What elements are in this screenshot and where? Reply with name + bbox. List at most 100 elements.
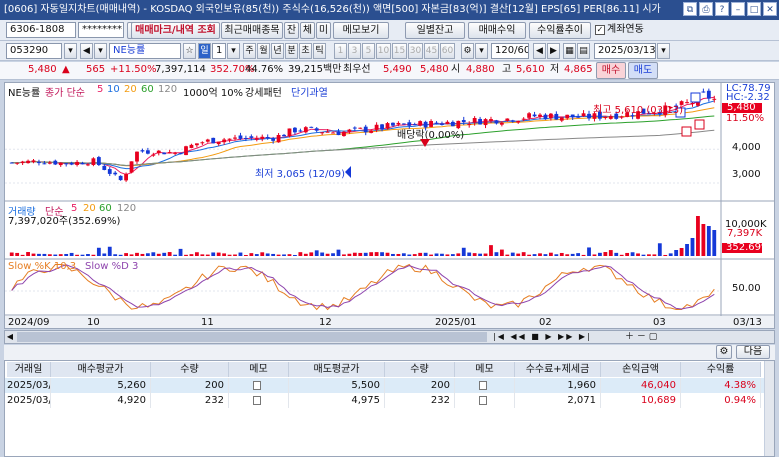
candle-body [298, 130, 303, 132]
zoom-controls-icon[interactable]: ＋ － ▢ [625, 331, 657, 343]
table-row[interactable]: 2025/03/114,9202324,9752322,07110,6890.9… [5, 393, 765, 408]
trade-profit-button[interactable]: 매매수익 [468, 22, 526, 39]
period-tick-button[interactable]: 틱 [313, 43, 326, 59]
volume-bar [118, 254, 123, 256]
volume-bar [102, 253, 107, 256]
unexecuted-button[interactable]: 미 [316, 22, 331, 39]
minimize-icon[interactable]: – [731, 2, 745, 16]
calendar-icon[interactable]: ▤ [577, 43, 590, 59]
scroll-thumb[interactable] [17, 332, 487, 342]
minute-30-button[interactable]: 30 [408, 43, 423, 59]
candle-body [31, 160, 36, 163]
x-label-mar: 03 [653, 317, 666, 328]
candle-body [244, 137, 248, 139]
chevron-down-icon[interactable]: ▾ [475, 43, 488, 59]
tool-icon[interactable]: ⚙ [461, 43, 474, 59]
candle-body [363, 126, 368, 133]
playback-controls-icon[interactable]: |◀ ◀◀ ■ ▶ ▶▶ ▶| [493, 331, 592, 343]
minute-45-button[interactable]: 45 [424, 43, 439, 59]
up-arrow-icon: ▲ [62, 64, 70, 75]
legend-pattern: 강세패턴 [245, 88, 282, 99]
minute-1-button[interactable]: 1 [334, 43, 347, 59]
chevron-down-icon[interactable]: ▾ [227, 43, 240, 59]
balance-button[interactable]: 잔 [284, 22, 299, 39]
print-icon[interactable]: ⎙ [699, 2, 713, 16]
sell-button[interactable]: 매도 [628, 62, 658, 79]
profit-trend-button[interactable]: 수익률추이 [529, 22, 591, 39]
table-scrollbar[interactable] [764, 361, 774, 456]
minute-10-button[interactable]: 10 [376, 43, 391, 59]
volume-bar [47, 254, 52, 256]
search-icon[interactable]: ▾ [64, 43, 77, 59]
speaker-icon[interactable]: ◀ [80, 43, 93, 59]
period-monthly-button[interactable]: 월 [257, 43, 270, 59]
star-icon[interactable]: ☆ [183, 43, 196, 59]
x-label-feb: 02 [539, 317, 552, 328]
link-icon[interactable]: ⧉ [683, 2, 697, 16]
candle-body [608, 116, 613, 119]
volume-bar [124, 253, 128, 256]
volume-bar [342, 254, 346, 256]
chevron-down-icon[interactable]: ▾ [657, 43, 670, 59]
period-daily-button[interactable]: 일 [198, 43, 211, 59]
account-select[interactable]: 6306-1808 [6, 22, 76, 38]
minute-5-button[interactable]: 5 [362, 43, 375, 59]
account-link-checkbox[interactable]: ✓ [595, 25, 605, 35]
help-icon[interactable]: ? [715, 2, 729, 16]
save-icon[interactable]: ▦ [563, 43, 576, 59]
column-header[interactable]: 손익금액 [601, 362, 681, 377]
executed-button[interactable]: 체 [300, 22, 315, 39]
volume-bar [548, 252, 553, 256]
daily-balance-button[interactable]: 일별잔고 [405, 22, 465, 39]
volume-bar [489, 245, 493, 256]
minute-3-button[interactable]: 3 [348, 43, 361, 59]
candle-body [216, 141, 221, 145]
date-field[interactable]: 2025/03/13 [594, 43, 656, 59]
scroll-left-icon[interactable]: ◀ [533, 43, 546, 59]
column-header[interactable]: 메모 [455, 362, 515, 377]
column-header[interactable]: 메모 [229, 362, 289, 377]
column-header[interactable]: 수수료+제세금 [515, 362, 601, 377]
close-icon[interactable]: ✕ [763, 2, 777, 16]
column-header[interactable]: 매도평균가 [289, 362, 385, 377]
table-cell: 5,260 [51, 378, 151, 393]
gear-icon[interactable]: ⚙ [716, 345, 732, 359]
candle-body [80, 162, 85, 165]
stock-name-field[interactable]: NE능률 [109, 43, 181, 59]
trade-mark-button[interactable]: 매매마크/내역 조회 [131, 22, 220, 39]
period-weekly-button[interactable]: 주 [243, 43, 256, 59]
column-header[interactable]: 수익률 [681, 362, 761, 377]
scroll-right-icon[interactable]: ▶ [547, 43, 560, 59]
column-header[interactable]: 매수평균가 [51, 362, 151, 377]
volume-bar [303, 253, 308, 256]
price-change: 565 [86, 64, 106, 75]
column-header[interactable]: 거래일 [7, 362, 51, 377]
recent-trades-button[interactable]: 최근매매종목 [221, 22, 283, 39]
next-button[interactable]: 다음 [736, 345, 770, 359]
period-count-field[interactable]: 1 [212, 43, 226, 59]
scroll-left-icon[interactable]: ◀ [5, 331, 15, 343]
table-row[interactable]: 2025/03/135,2602005,5002001,96046,0404.3… [5, 378, 765, 393]
buy-button[interactable]: 매수 [596, 62, 626, 79]
period-minute-button[interactable]: 분 [285, 43, 298, 59]
volume-bar [113, 254, 118, 256]
password-field[interactable]: ******** [78, 22, 124, 38]
maximize-icon[interactable]: □ [747, 2, 761, 16]
chart-scrollbar[interactable]: ◀ |◀ ◀◀ ■ ▶ ▶▶ ▶| ＋ － ▢ [4, 330, 775, 344]
chart-area[interactable]: NE능률 종가 단순 5 10 20 60 120 1000억 10% 강세패턴… [4, 82, 775, 329]
column-header[interactable]: 수량 [385, 362, 455, 377]
chevron-down-icon[interactable]: ▾ [94, 43, 107, 59]
range-field[interactable]: 120/600 [491, 43, 529, 59]
period-yearly-button[interactable]: 년 [271, 43, 284, 59]
volume-bar [483, 253, 488, 256]
column-header[interactable]: 수량 [151, 362, 229, 377]
minute-60-button[interactable]: 60 [440, 43, 455, 59]
buy-signal-icon [694, 119, 705, 130]
minute-15-button[interactable]: 15 [392, 43, 407, 59]
period-second-button[interactable]: 초 [299, 43, 312, 59]
buy-signal-icon [681, 126, 692, 137]
stock-code-select[interactable]: 053290 [6, 43, 62, 59]
volume-bar [31, 253, 36, 256]
memo-view-button[interactable]: 메모보기 [333, 22, 389, 39]
window-title: [0606] 자동일지차트(매매내역) - KOSDAQ 외국인보유(85(천)… [4, 4, 661, 15]
